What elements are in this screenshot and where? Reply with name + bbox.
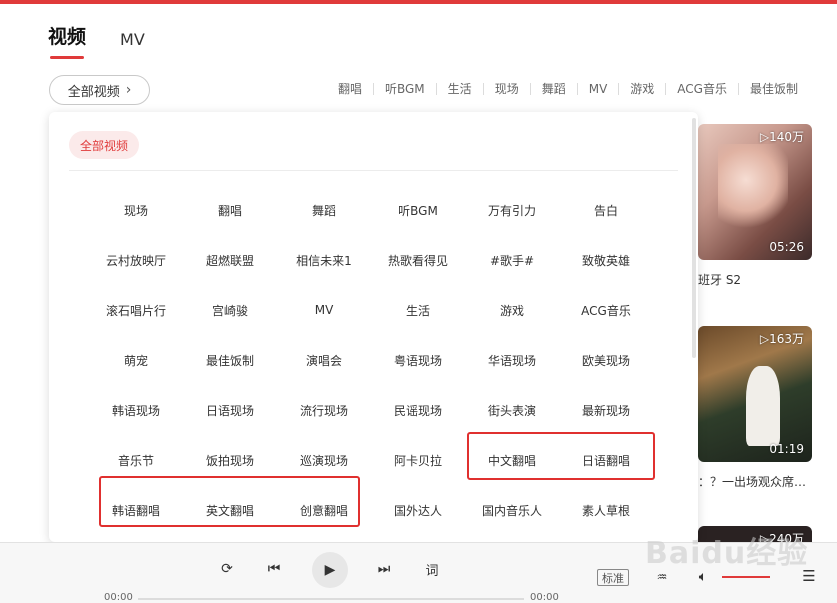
category-item[interactable]: 华语现场 <box>465 335 559 385</box>
category-item[interactable]: #歌手# <box>465 235 559 285</box>
category-item[interactable]: 游戏 <box>465 285 559 335</box>
category-item[interactable]: 素人草根 <box>559 485 653 535</box>
skip-previous-icon[interactable]: ⏮ <box>266 561 282 577</box>
highlight-box-korean-english-creative-cover <box>99 476 360 527</box>
video-duration: 05:26 <box>769 240 804 254</box>
category-item[interactable]: 万有引力 <box>465 185 559 235</box>
category-item[interactable]: 国外达人 <box>371 485 465 535</box>
all-videos-chip[interactable]: 全部视频 <box>69 131 139 159</box>
volume-slider[interactable] <box>722 576 770 578</box>
category-item[interactable]: 演唱会 <box>277 335 371 385</box>
category-item[interactable]: 现场 <box>89 185 183 235</box>
category-bar: 翻唱 听BGM 生活 现场 舞蹈 MV 游戏 ACG音乐 最佳饭制 <box>331 80 805 97</box>
category-item[interactable]: 热歌看得见 <box>371 235 465 285</box>
category-item[interactable]: 超燃联盟 <box>183 235 277 285</box>
video-card-2[interactable]: ▷163万 01:19 <box>698 326 812 462</box>
category-item[interactable]: 阿卡贝拉 <box>371 435 465 485</box>
progress-bar[interactable] <box>138 598 524 600</box>
category-item[interactable]: 翻唱 <box>183 185 277 235</box>
time-total: 00:00 <box>530 592 559 603</box>
category-separator <box>665 82 667 95</box>
category-item[interactable]: 致敬英雄 <box>559 235 653 285</box>
category-item[interactable]: 最佳饭制 <box>183 335 277 385</box>
category-separator <box>372 82 374 95</box>
category-item[interactable]: 韩语现场 <box>89 385 183 435</box>
category-item[interactable]: 街头表演 <box>465 385 559 435</box>
category-item[interactable]: ACG音乐 <box>559 285 653 335</box>
play-count: ▷163万 <box>759 332 804 346</box>
tab-video[interactable]: 视频 <box>48 22 86 59</box>
category-item[interactable]: 生活 <box>371 285 465 335</box>
video-thumbnail <box>718 144 788 234</box>
all-videos-button[interactable]: 全部视频 › <box>49 75 150 105</box>
video-thumbnail <box>746 366 780 446</box>
video-title-1[interactable]: 班牙 S2 <box>698 271 741 288</box>
category-item[interactable]: 云村放映厅 <box>89 235 183 285</box>
category-item[interactable]: 宫崎骏 <box>183 285 277 335</box>
category-link[interactable]: 生活 <box>441 80 479 97</box>
chevron-right-icon: › <box>125 82 132 98</box>
tab-mv[interactable]: MV <box>120 30 145 55</box>
category-separator <box>737 82 739 95</box>
category-separator <box>435 82 437 95</box>
watermark-logo: Baidu经验 <box>645 536 809 571</box>
panel-scrollbar[interactable] <box>692 118 696 358</box>
category-link[interactable]: 听BGM <box>378 80 432 97</box>
play-button[interactable]: ▶ <box>312 552 348 588</box>
category-item[interactable]: 萌宠 <box>89 335 183 385</box>
category-item[interactable]: 听BGM <box>371 185 465 235</box>
category-item[interactable]: MV <box>277 285 371 335</box>
category-separator <box>576 82 578 95</box>
category-item[interactable]: 舞蹈 <box>277 185 371 235</box>
category-item[interactable]: 国内音乐人 <box>465 485 559 535</box>
category-separator <box>618 82 620 95</box>
category-item[interactable]: 日语现场 <box>183 385 277 435</box>
category-link[interactable]: 最佳饭制 <box>743 80 805 97</box>
video-title-2[interactable]: ：？一出场观众席… <box>698 473 806 490</box>
category-item[interactable]: 滚石唱片行 <box>89 285 183 335</box>
video-duration: 01:19 <box>769 442 804 456</box>
category-link[interactable]: 游戏 <box>623 80 661 97</box>
category-item[interactable]: 民谣现场 <box>371 385 465 435</box>
category-item[interactable]: 告白 <box>559 185 653 235</box>
play-icon: ▶ <box>324 562 336 578</box>
play-count: ▷140万 <box>759 130 804 144</box>
category-link[interactable]: 舞蹈 <box>535 80 573 97</box>
video-card-1[interactable]: ▷140万 05:26 <box>698 124 812 260</box>
panel-divider <box>69 170 678 171</box>
category-item[interactable]: 相信未来1 <box>277 235 371 285</box>
highlight-box-chinese-japanese-cover <box>467 432 655 480</box>
quality-button[interactable]: 标准 <box>597 569 629 586</box>
category-separator <box>482 82 484 95</box>
category-separator <box>529 82 531 95</box>
category-item[interactable]: 欧美现场 <box>559 335 653 385</box>
header-tabs: 视频 MV <box>48 22 145 59</box>
category-link[interactable]: MV <box>582 82 615 96</box>
category-link[interactable]: 翻唱 <box>331 80 369 97</box>
category-link[interactable]: 现场 <box>488 80 526 97</box>
repeat-icon[interactable]: ⟳ <box>219 561 235 577</box>
category-link[interactable]: ACG音乐 <box>670 80 734 97</box>
category-item[interactable]: 最新现场 <box>559 385 653 435</box>
category-item[interactable]: 流行现场 <box>277 385 371 435</box>
top-accent-bar <box>0 0 837 4</box>
time-current: 00:00 <box>104 592 133 603</box>
category-item[interactable]: 粤语现场 <box>371 335 465 385</box>
skip-next-icon[interactable]: ⏭ <box>376 561 392 577</box>
lyric-button[interactable]: 词 <box>423 560 441 579</box>
all-videos-label: 全部视频 <box>67 84 120 100</box>
